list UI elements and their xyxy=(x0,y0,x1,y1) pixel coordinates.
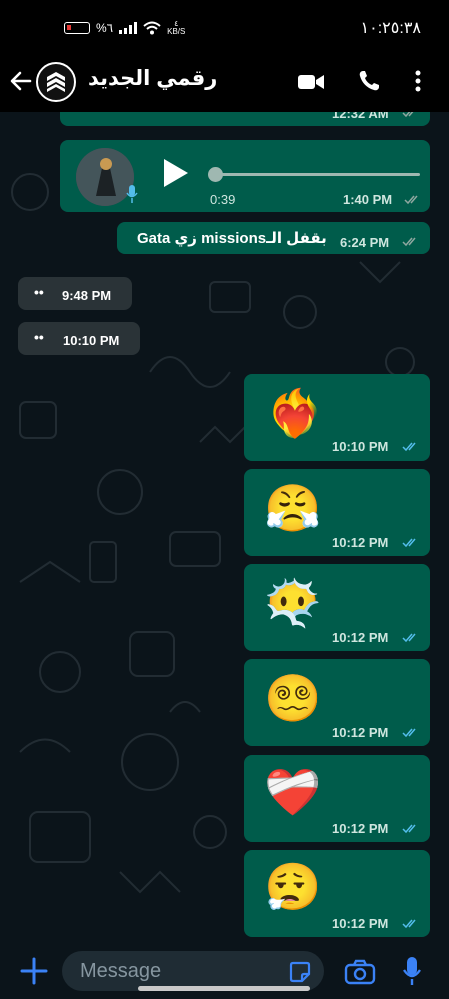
sent-tick-icon xyxy=(404,195,418,205)
play-icon[interactable] xyxy=(162,158,190,188)
read-tick-icon xyxy=(402,538,416,548)
message-text: بقفل الـmissions زي Gata xyxy=(137,230,327,247)
emoji-message-bubble[interactable]: ❤️‍🩹 10:12 PM xyxy=(244,755,430,842)
message-bubble-incoming[interactable]: •• 9:48 PM xyxy=(18,277,132,310)
wifi-icon xyxy=(143,21,161,35)
status-left: %٦ ٤ KB/S xyxy=(64,20,185,36)
chat-header: رقمي الجديد xyxy=(0,52,449,112)
message-time: 10:10 PM xyxy=(332,439,389,454)
message-time: 10:12 PM xyxy=(332,725,389,740)
emoji-message-bubble[interactable]: 😤 10:12 PM xyxy=(244,469,430,556)
heart-on-fire-emoji: ❤️‍🔥 xyxy=(266,387,324,439)
home-indicator xyxy=(138,986,310,991)
read-tick-icon xyxy=(402,919,416,929)
network-speed: ٤ KB/S xyxy=(167,19,186,36)
camera-icon[interactable] xyxy=(344,959,376,985)
emoji-message-bubble[interactable]: 😮‍💨 10:12 PM xyxy=(244,850,430,937)
emoji-message-bubble[interactable]: 😶‍🌫️ 10:12 PM xyxy=(244,564,430,651)
face-with-spiral-eyes-emoji: 😵‍💫 xyxy=(264,672,322,724)
microphone-icon[interactable] xyxy=(402,955,422,987)
message-placeholder: Message xyxy=(80,960,162,982)
message-bubble-outgoing[interactable]: 12:32 AM xyxy=(60,112,430,126)
contact-name[interactable]: رقمي الجديد xyxy=(88,66,217,91)
message-time: 10:12 PM xyxy=(332,630,389,645)
contact-avatar[interactable] xyxy=(36,62,76,102)
message-bubble-incoming[interactable]: •• 10:10 PM xyxy=(18,322,140,355)
more-options-icon[interactable] xyxy=(414,69,422,93)
status-clock: ١٠:٢٥:٣٨ xyxy=(360,20,421,37)
microphone-icon xyxy=(126,185,138,203)
message-time: 10:12 PM xyxy=(332,916,389,931)
sticker-icon[interactable] xyxy=(288,960,312,984)
message-time: 10:12 PM xyxy=(332,535,389,550)
battery-level: %٦ xyxy=(96,21,114,35)
read-tick-icon xyxy=(402,633,416,643)
message-time: 9:48 PM xyxy=(62,288,112,303)
plus-icon[interactable] xyxy=(20,957,48,985)
face-in-clouds-emoji: 😶‍🌫️ xyxy=(264,577,322,629)
mending-heart-emoji: ❤️‍🩹 xyxy=(264,766,322,818)
sent-tick-icon xyxy=(402,237,416,247)
message-text: •• xyxy=(34,284,44,300)
steam-from-nose-emoji: 😤 xyxy=(264,482,322,534)
video-call-icon[interactable] xyxy=(297,72,325,92)
message-bubble-outgoing[interactable]: بقفل الـmissions زي Gata 6:24 PM xyxy=(117,222,430,254)
message-text: •• xyxy=(34,329,44,345)
sent-tick-icon xyxy=(402,112,414,118)
message-input[interactable]: Message xyxy=(62,951,324,991)
voice-call-icon[interactable] xyxy=(357,69,381,93)
emoji-message-bubble[interactable]: 😵‍💫 10:12 PM xyxy=(244,659,430,746)
signal-icon xyxy=(119,22,138,34)
read-tick-icon xyxy=(402,442,416,452)
voice-progress-knob[interactable] xyxy=(208,167,223,182)
message-time: 10:12 PM xyxy=(332,821,389,836)
message-time: 12:32 AM xyxy=(332,112,389,121)
back-arrow-icon[interactable] xyxy=(8,68,34,94)
battery-icon xyxy=(64,22,90,34)
face-exhaling-emoji: 😮‍💨 xyxy=(264,861,322,913)
voice-duration: 0:39 xyxy=(210,192,236,207)
message-time: 10:10 PM xyxy=(63,333,120,348)
read-tick-icon xyxy=(402,728,416,738)
message-time: 1:40 PM xyxy=(343,192,393,207)
message-time: 6:24 PM xyxy=(340,235,390,250)
voice-progress-track[interactable] xyxy=(210,173,420,176)
chevron-badge-icon xyxy=(47,72,65,92)
status-bar: %٦ ٤ KB/S ١٠:٢٥:٣٨ xyxy=(0,0,449,52)
read-tick-icon xyxy=(402,824,416,834)
chat-area[interactable]: 12:32 AM 0:39 1:40 PM بقفل الـmissions ز… xyxy=(0,112,449,947)
emoji-message-bubble[interactable]: ❤️‍🔥 10:10 PM xyxy=(244,374,430,461)
voice-message-bubble[interactable]: 0:39 1:40 PM xyxy=(60,140,430,212)
message-input-bar: Message xyxy=(0,947,449,999)
